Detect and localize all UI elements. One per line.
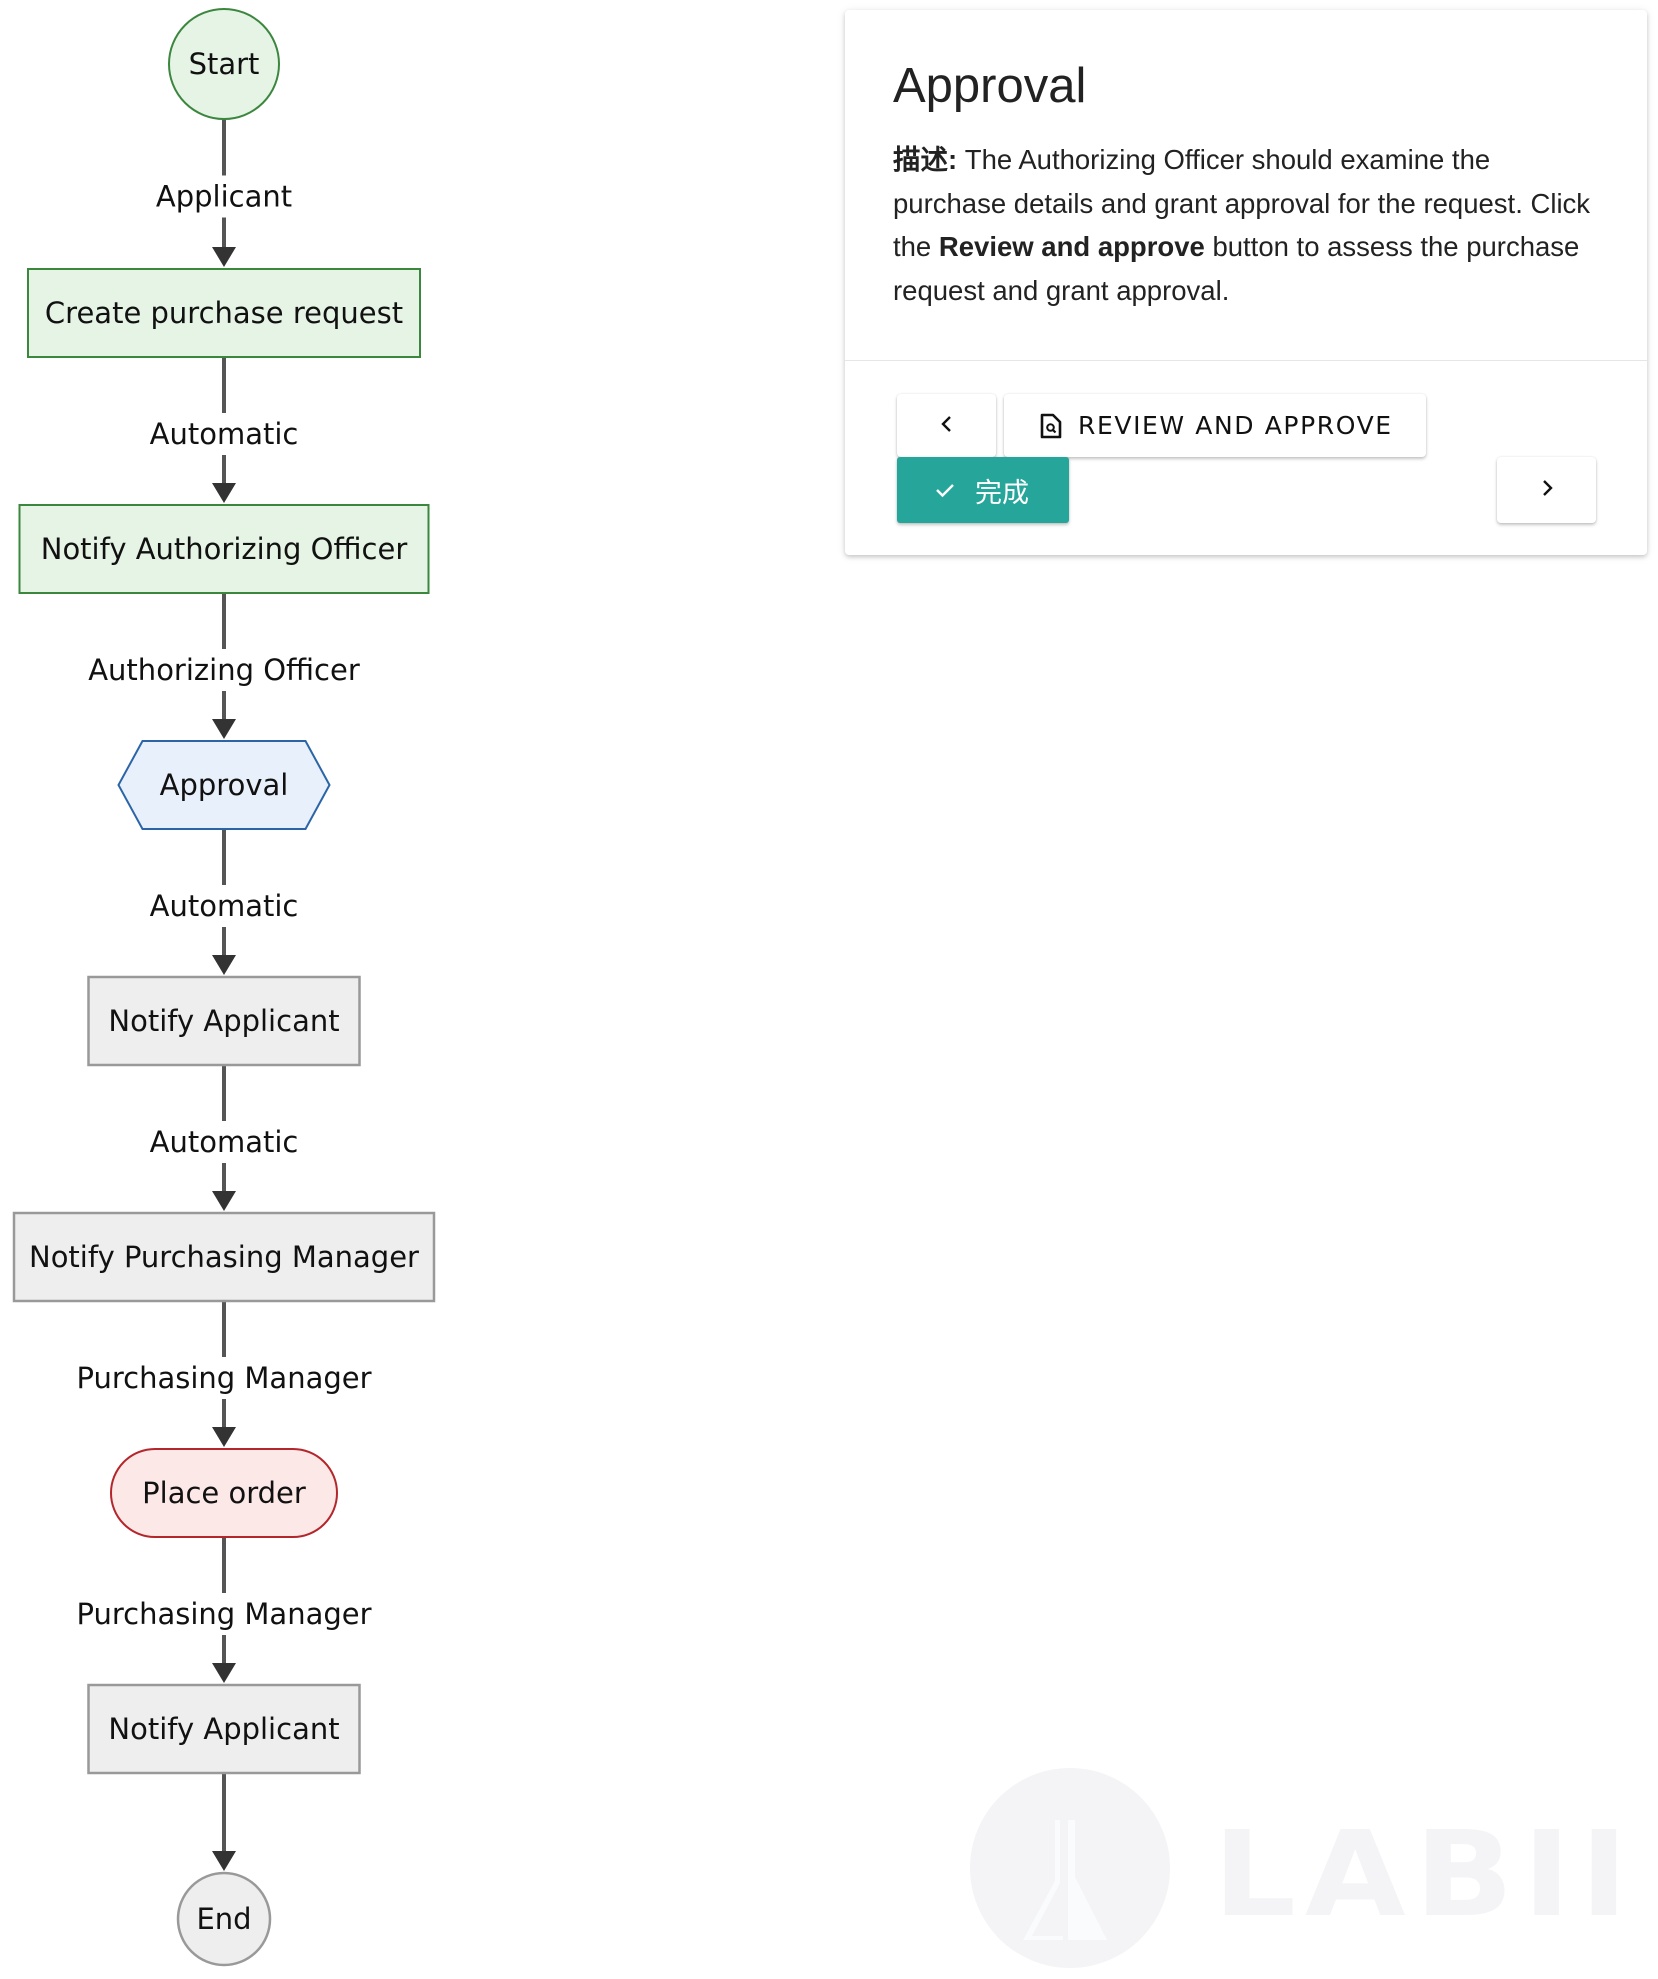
node-label: End [196,1902,251,1936]
arrowhead-icon [212,247,236,267]
step-detail-card: Approval 描述: The Authorizing Officer sho… [845,10,1647,555]
edge-label: Automatic [150,417,299,451]
review-and-approve-button[interactable]: REVIEW AND APPROVE [1004,394,1426,457]
flow-node-start[interactable]: Start [168,8,280,120]
flow-node-notify-applicant-1[interactable]: Notify Applicant [87,975,361,1067]
card-body: Approval 描述: The Authorizing Officer sho… [845,10,1647,361]
flow-edge: Automatic [147,357,301,503]
next-step-button[interactable] [1497,457,1596,523]
chevron-left-icon [939,415,955,437]
watermark-text: LABII [1213,1805,1637,1943]
complete-button[interactable]: 完成 [897,457,1069,523]
edge-label: Purchasing Manager [76,1361,371,1395]
node-label: Approval [160,768,289,802]
labii-watermark: LABII [965,1765,1655,1975]
step-title: Approval [893,59,1087,113]
edge-label: Purchasing Manager [76,1597,371,1631]
edge-label: Automatic [150,889,299,923]
arrowhead-icon [212,955,236,975]
previous-step-button[interactable] [897,394,996,457]
node-label: Create purchase request [45,296,403,330]
flow-edge: Purchasing Manager [74,1537,374,1683]
flow-node-place-order[interactable]: Place order [110,1448,338,1538]
flow-edge: Automatic [147,1065,301,1211]
edge-label: Applicant [156,180,292,214]
node-label: Notify Authorizing Officer [41,532,408,566]
node-label: Notify Applicant [108,1712,339,1746]
arrowhead-icon [212,483,236,503]
node-label: Place order [142,1476,306,1510]
flow-edge: Automatic [147,829,301,975]
complete-label: 完成 [975,477,1029,509]
flow-node-notify-purchasing-manager[interactable]: Notify Purchasing Manager [12,1211,436,1303]
step-description: 描述: The Authorizing Officer should exami… [893,138,1593,312]
arrowhead-icon [212,1663,236,1683]
edge-label: Authorizing Officer [88,653,360,687]
flow-edge: Authorizing Officer [86,593,362,739]
node-label: Start [189,47,260,81]
chevron-right-icon [1539,479,1555,501]
flow-edge: Purchasing Manager [74,1301,374,1447]
description-bold-action: Review and approve [938,231,1205,262]
flowchart-canvas: Applicant Automatic Authorizing Officer Aut… [12,8,436,1967]
arrowhead-icon [212,1851,236,1871]
flow-node-create-purchase-request[interactable]: Create purchase request [27,268,421,358]
arrowhead-icon [212,1191,236,1211]
flow-edge [212,1773,236,1871]
arrowhead-icon [212,1427,236,1447]
description-label: 描述: [893,144,958,175]
review-and-approve-label: REVIEW AND APPROVE [1078,411,1393,440]
flask-icon [970,1768,1170,1968]
flow-node-approval[interactable]: Approval [117,740,331,830]
edge-label: Automatic [150,1125,299,1159]
flow-node-notify-applicant-2[interactable]: Notify Applicant [87,1683,361,1775]
node-label: Notify Purchasing Manager [29,1240,419,1274]
arrowhead-icon [212,719,236,739]
flow-edge: Applicant [153,118,295,267]
find-in-page-icon [1040,413,1062,439]
flow-node-notify-authorizing-officer[interactable]: Notify Authorizing Officer [18,504,430,594]
workflow-flowchart: Applicant Automatic Authorizing Officer Aut… [0,0,460,1978]
node-label: Notify Applicant [108,1004,339,1038]
check-icon [935,482,955,498]
flow-node-end[interactable]: End [176,1871,272,1967]
